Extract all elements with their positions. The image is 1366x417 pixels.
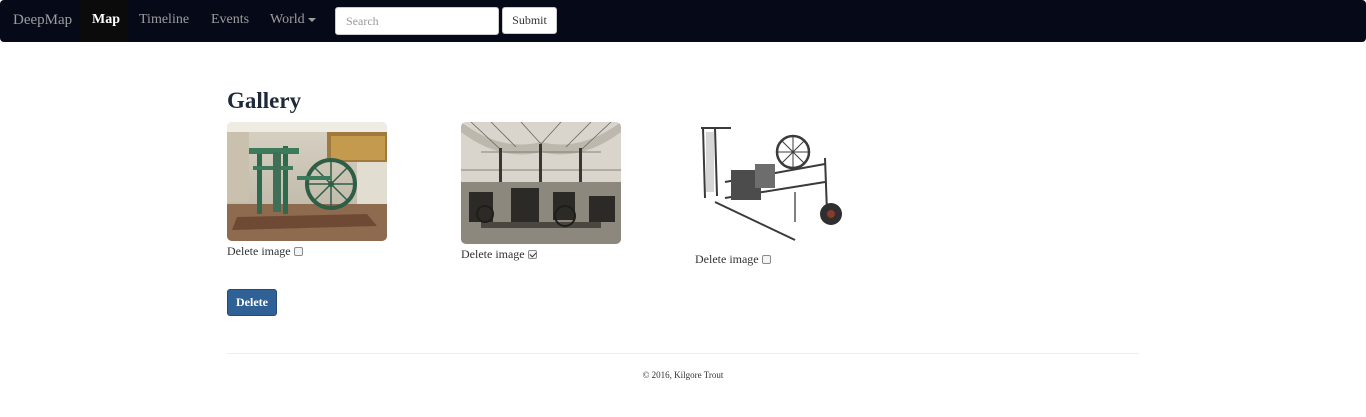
search-input[interactable] — [335, 7, 499, 35]
gallery-image-mill-engraving — [461, 122, 621, 244]
delete-button[interactable]: Delete — [227, 289, 277, 316]
page-title: Gallery — [227, 88, 302, 113]
submit-button[interactable]: Submit — [502, 7, 557, 34]
caret-down-icon — [307, 17, 316, 22]
delete-image-label: Delete image — [461, 247, 525, 261]
footer-copyright: © 2016, Kilgore Trout — [642, 370, 724, 380]
delete-image-row-2: Delete image — [461, 247, 537, 262]
footer-divider — [227, 353, 1139, 354]
delete-image-checkbox[interactable] — [293, 247, 303, 256]
gallery-image-steam-engine — [227, 122, 387, 241]
delete-image-label: Delete image — [695, 252, 759, 266]
delete-image-checkbox[interactable] — [761, 255, 771, 264]
navbar: DeepMap Map Timeline Events World Submit — [0, 0, 1366, 42]
nav-item-world[interactable]: World — [270, 12, 316, 28]
nav-item-world-label: World — [270, 12, 305, 27]
nav-item-map-label: Map — [92, 12, 120, 27]
nav-item-events[interactable]: Events — [211, 12, 249, 28]
brand-link[interactable]: DeepMap — [13, 12, 72, 29]
nav-item-map[interactable]: Map — [80, 0, 127, 42]
gallery-image-spinning-machine — [695, 122, 855, 249]
delete-image-checkbox[interactable] — [527, 250, 537, 259]
delete-image-row-1: Delete image — [227, 244, 303, 259]
nav-item-timeline[interactable]: Timeline — [139, 12, 189, 28]
delete-image-label: Delete image — [227, 244, 291, 258]
delete-image-row-3: Delete image — [695, 252, 771, 267]
